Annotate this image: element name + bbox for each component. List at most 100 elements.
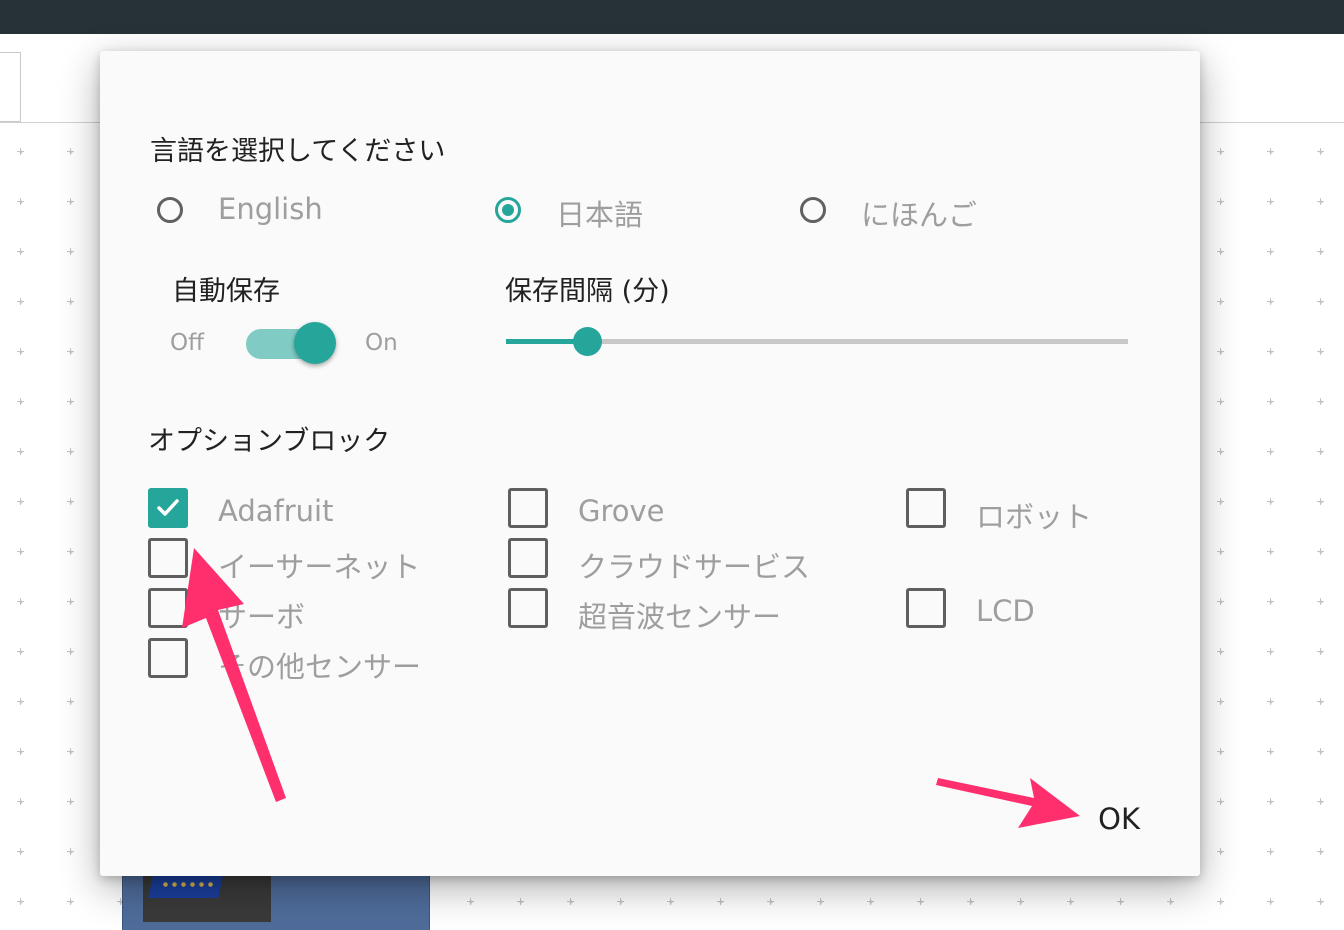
grid-mark bbox=[1217, 548, 1224, 555]
grid-mark bbox=[517, 898, 524, 905]
checkbox-grove[interactable] bbox=[508, 488, 548, 528]
autosave-title: 自動保存 bbox=[172, 276, 280, 307]
grid-mark bbox=[17, 498, 24, 505]
grid-mark bbox=[667, 898, 674, 905]
grid-mark bbox=[1317, 598, 1324, 605]
grid-mark bbox=[1317, 448, 1324, 455]
grid-mark bbox=[1267, 898, 1274, 905]
grid-mark bbox=[1217, 148, 1224, 155]
grid-mark bbox=[1267, 798, 1274, 805]
grid-mark bbox=[1317, 198, 1324, 205]
grid-mark bbox=[1317, 348, 1324, 355]
checkbox-servo-label[interactable]: サーボ bbox=[218, 594, 305, 636]
checkbox-other-sensors[interactable] bbox=[148, 638, 188, 678]
grid-mark bbox=[1317, 498, 1324, 505]
grid-mark bbox=[1217, 398, 1224, 405]
grid-mark bbox=[67, 398, 74, 405]
autosave-on-label: On bbox=[365, 330, 398, 356]
grid-mark bbox=[917, 898, 924, 905]
radio-english-label[interactable]: English bbox=[218, 192, 323, 226]
grid-mark bbox=[1217, 898, 1224, 905]
grid-mark bbox=[1217, 698, 1224, 705]
radio-hiragana[interactable] bbox=[800, 197, 826, 223]
grid-mark bbox=[17, 398, 24, 405]
save-interval-slider-handle[interactable] bbox=[572, 327, 602, 356]
settings-dialog: 言語を選択してください English 日本語 にほんご 自動保存 Off On… bbox=[100, 51, 1200, 876]
grid-mark bbox=[67, 848, 74, 855]
grid-mark bbox=[1317, 648, 1324, 655]
grid-mark bbox=[1267, 598, 1274, 605]
checkbox-robot[interactable] bbox=[906, 488, 946, 528]
grid-mark bbox=[1317, 798, 1324, 805]
checkbox-grove-label[interactable]: Grove bbox=[578, 494, 665, 528]
checkbox-other-sensors-label[interactable]: その他センサー bbox=[218, 644, 421, 686]
grid-mark bbox=[1267, 448, 1274, 455]
grid-mark bbox=[617, 898, 624, 905]
grid-mark bbox=[1117, 898, 1124, 905]
grid-mark bbox=[67, 748, 74, 755]
toolbox-field[interactable] bbox=[0, 52, 21, 122]
grid-mark bbox=[1267, 248, 1274, 255]
grid-mark bbox=[1267, 548, 1274, 555]
grid-mark bbox=[1067, 898, 1074, 905]
grid-mark bbox=[1267, 348, 1274, 355]
checkbox-robot-label[interactable]: ロボット bbox=[976, 494, 1092, 536]
checkbox-ethernet[interactable] bbox=[148, 538, 188, 578]
grid-mark bbox=[17, 298, 24, 305]
grid-mark bbox=[67, 598, 74, 605]
grid-mark bbox=[67, 448, 74, 455]
grid-mark bbox=[1267, 698, 1274, 705]
language-title: 言語を選択してください bbox=[150, 136, 446, 167]
checkbox-cloud-service-label[interactable]: クラウドサービス bbox=[578, 544, 810, 586]
grid-mark bbox=[17, 648, 24, 655]
grid-mark bbox=[17, 698, 24, 705]
checkbox-cloud-service[interactable] bbox=[508, 538, 548, 578]
grid-mark bbox=[1267, 498, 1274, 505]
checkbox-ultrasonic-sensor-label[interactable]: 超音波センサー bbox=[578, 594, 781, 636]
grid-mark bbox=[17, 198, 24, 205]
grid-mark bbox=[67, 148, 74, 155]
checkbox-adafruit[interactable] bbox=[148, 488, 188, 528]
grid-mark bbox=[1217, 448, 1224, 455]
grid-mark bbox=[867, 898, 874, 905]
grid-mark bbox=[1217, 648, 1224, 655]
radio-japanese[interactable] bbox=[495, 197, 521, 223]
grid-mark bbox=[967, 898, 974, 905]
checkbox-servo[interactable] bbox=[148, 588, 188, 628]
grid-mark bbox=[817, 898, 824, 905]
autosave-switch-knob[interactable] bbox=[294, 322, 336, 364]
board-panel[interactable] bbox=[122, 876, 430, 930]
grid-mark bbox=[1317, 848, 1324, 855]
app-top-bar bbox=[0, 0, 1344, 34]
checkbox-lcd[interactable] bbox=[906, 588, 946, 628]
grid-mark bbox=[1217, 848, 1224, 855]
checkbox-adafruit-label[interactable]: Adafruit bbox=[218, 494, 333, 528]
grid-mark bbox=[17, 248, 24, 255]
checkbox-lcd-label[interactable]: LCD bbox=[976, 594, 1035, 628]
radio-japanese-label[interactable]: 日本語 bbox=[556, 192, 643, 234]
radio-hiragana-label[interactable]: にほんご bbox=[861, 192, 977, 234]
grid-mark bbox=[17, 348, 24, 355]
checkbox-ultrasonic-sensor[interactable] bbox=[508, 588, 548, 628]
grid-mark bbox=[1317, 148, 1324, 155]
grid-mark bbox=[17, 748, 24, 755]
grid-mark bbox=[1217, 598, 1224, 605]
grid-mark bbox=[17, 848, 24, 855]
grid-mark bbox=[1317, 898, 1324, 905]
board-image bbox=[143, 876, 271, 922]
grid-mark bbox=[17, 598, 24, 605]
grid-mark bbox=[1267, 748, 1274, 755]
grid-mark bbox=[1217, 748, 1224, 755]
checkbox-ethernet-label[interactable]: イーサーネット bbox=[218, 544, 420, 586]
check-icon bbox=[157, 499, 179, 516]
grid-mark bbox=[1017, 898, 1024, 905]
grid-mark bbox=[67, 498, 74, 505]
grid-mark bbox=[17, 448, 24, 455]
grid-mark bbox=[67, 248, 74, 255]
grid-mark bbox=[467, 898, 474, 905]
grid-mark bbox=[17, 148, 24, 155]
grid-mark bbox=[1217, 498, 1224, 505]
grid-mark bbox=[17, 798, 24, 805]
radio-english[interactable] bbox=[157, 197, 183, 223]
ok-button[interactable]: OK bbox=[1070, 793, 1140, 845]
